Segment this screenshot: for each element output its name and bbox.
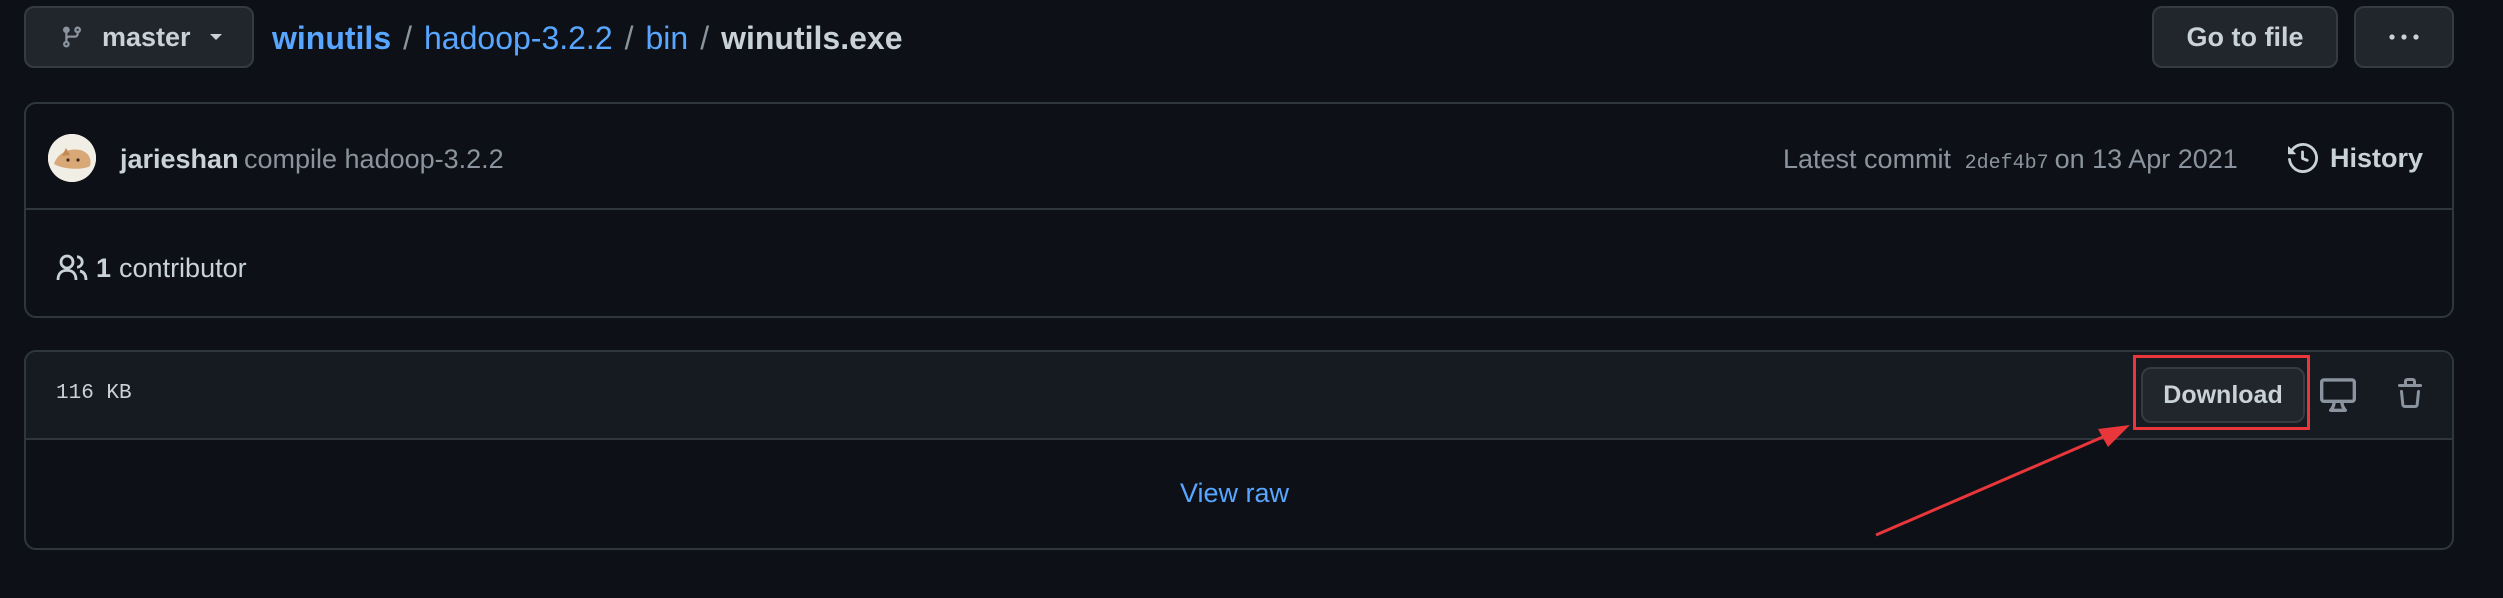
- breadcrumb-current-file: winutils.exe: [721, 19, 903, 56]
- history-link[interactable]: History: [2288, 138, 2423, 178]
- breadcrumb-separator: /: [624, 19, 634, 56]
- file-header: [26, 352, 2452, 440]
- desktop-icon[interactable]: [2320, 376, 2356, 412]
- contributor-label: contributor: [119, 252, 247, 283]
- breadcrumb-folder-link[interactable]: hadoop-3.2.2: [424, 20, 613, 57]
- breadcrumb-subfolder-link[interactable]: bin: [646, 20, 689, 57]
- history-label: History: [2330, 142, 2424, 173]
- file-size: 116 KB: [56, 382, 132, 405]
- trash-icon[interactable]: [2394, 376, 2426, 412]
- breadcrumb-repo-link[interactable]: winutils: [272, 20, 391, 57]
- branch-selector-button[interactable]: master: [24, 6, 254, 68]
- commit-message-link[interactable]: compile hadoop-3.2.2: [244, 144, 504, 175]
- breadcrumb-separator: /: [403, 19, 412, 56]
- view-raw-link[interactable]: View raw: [1180, 478, 1289, 509]
- breadcrumb: winutils / hadoop-3.2.2 / bin / winutils…: [272, 16, 902, 60]
- branch-name: master: [102, 21, 191, 52]
- more-options-button[interactable]: [2354, 6, 2454, 68]
- kebab-horizontal-icon: [2389, 34, 2419, 40]
- commit-date-prefix: on: [2054, 144, 2085, 174]
- avatar-image: [48, 134, 96, 182]
- avatar[interactable]: [48, 134, 96, 182]
- latest-commit-info: Latest commit 2def4b7 on 13 Apr 2021: [1783, 144, 2238, 175]
- git-branch-icon: [62, 26, 81, 48]
- people-icon: [56, 254, 88, 281]
- contributor-count: 1: [96, 252, 112, 283]
- commit-author-link[interactable]: jarieshan: [120, 144, 239, 175]
- commit-date: 13 Apr 2021: [2092, 144, 2238, 174]
- breadcrumb-separator: /: [700, 19, 710, 56]
- contributors-link[interactable]: 1 contributor: [56, 248, 247, 288]
- annotation-highlight-box: [2133, 355, 2310, 430]
- go-to-file-button[interactable]: Go to file: [2152, 6, 2338, 68]
- commit-sha-link[interactable]: 2def4b7: [1965, 152, 2049, 175]
- history-icon: [2288, 143, 2318, 173]
- latest-commit-label: Latest commit: [1783, 144, 1952, 174]
- caret-down-icon: [209, 34, 222, 40]
